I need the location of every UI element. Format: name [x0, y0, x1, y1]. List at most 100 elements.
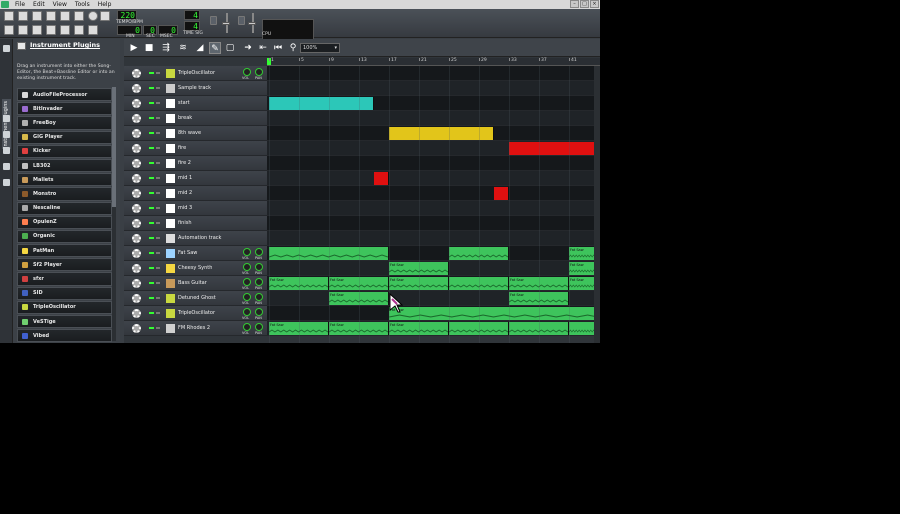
- stop-behavior-icon[interactable]: ⏮: [272, 42, 284, 54]
- track-name[interactable]: FM Rhodes 2: [178, 325, 210, 331]
- volume-knob[interactable]: [243, 278, 251, 286]
- instrument-plugins-tab[interactable]: Instrument Plugins: [2, 99, 11, 149]
- zoom-select[interactable]: 100% ▾: [300, 43, 340, 53]
- song-editor-scrollbar[interactable]: [594, 66, 600, 343]
- track-settings-gear-icon[interactable]: [132, 309, 141, 318]
- track-lane[interactable]: Fat Saw: [267, 306, 600, 321]
- plugin-item[interactable]: Sf2 Player: [17, 258, 112, 272]
- instrument-plugins-tab-icon[interactable]: [3, 45, 10, 52]
- auto-scroll-icon[interactable]: ➜: [242, 42, 254, 54]
- track-mute-toggle[interactable]: [149, 207, 154, 209]
- track-name[interactable]: mid 1: [178, 175, 192, 181]
- pattern-clip[interactable]: [494, 187, 509, 200]
- track-header[interactable]: fire 2: [124, 156, 267, 171]
- draw-mode-icon[interactable]: ✎: [209, 42, 221, 54]
- track-name[interactable]: Bass Guitar: [178, 280, 207, 286]
- plugin-item[interactable]: BitInvader: [17, 102, 112, 116]
- track-lane[interactable]: [267, 171, 600, 186]
- track-lane[interactable]: [267, 81, 600, 96]
- export-icon[interactable]: [74, 11, 84, 21]
- plugin-item[interactable]: Vibed: [17, 329, 112, 343]
- track-mute-toggle[interactable]: [149, 72, 154, 74]
- metronome-icon[interactable]: [100, 11, 110, 21]
- plugin-item[interactable]: LB302: [17, 158, 112, 173]
- pan-knob[interactable]: [255, 308, 263, 316]
- pattern-clip[interactable]: Fat Saw: [329, 277, 389, 290]
- stop-icon[interactable]: ■: [143, 42, 155, 54]
- track-solo-toggle[interactable]: [156, 132, 160, 134]
- track-settings-gear-icon[interactable]: [132, 249, 141, 258]
- timesig-numerator[interactable]: 4: [184, 10, 200, 20]
- track-lane[interactable]: [267, 96, 600, 111]
- track-settings-gear-icon[interactable]: [132, 264, 141, 273]
- track-mute-toggle[interactable]: [149, 327, 154, 329]
- plugin-item[interactable]: SID: [17, 286, 112, 300]
- track-mute-toggle[interactable]: [149, 312, 154, 314]
- track-lane[interactable]: [267, 156, 600, 171]
- pattern-clip[interactable]: Fat Saw: [329, 322, 389, 335]
- pattern-clip[interactable]: Fat Saw: [329, 292, 389, 305]
- track-name[interactable]: mid 2: [178, 190, 192, 196]
- track-header[interactable]: TripleOscillator VOL PAN: [124, 66, 267, 81]
- track-mute-toggle[interactable]: [149, 177, 154, 179]
- track-name[interactable]: break: [178, 115, 192, 121]
- track-solo-toggle[interactable]: [156, 117, 160, 119]
- master-volume-handle[interactable]: [222, 22, 230, 25]
- pattern-clip[interactable]: [449, 277, 509, 290]
- track-lane[interactable]: [267, 216, 600, 231]
- controller-rack-icon[interactable]: [74, 25, 84, 35]
- track-name[interactable]: mid 3: [178, 205, 192, 211]
- pattern-clip[interactable]: [389, 127, 494, 140]
- pattern-clip[interactable]: Fat Saw: [509, 292, 569, 305]
- plugin-list-scrollbar[interactable]: [112, 87, 116, 341]
- add-sample-track-icon[interactable]: ≋: [177, 42, 189, 54]
- track-lane[interactable]: [267, 231, 600, 246]
- pattern-clip[interactable]: [509, 322, 569, 335]
- plugin-item[interactable]: sfxr: [17, 272, 112, 286]
- volume-knob[interactable]: [243, 68, 251, 76]
- plugin-item[interactable]: PatMan: [17, 244, 112, 258]
- track-header[interactable]: Bass Guitar VOL PAN: [124, 276, 267, 291]
- plugin-item[interactable]: TripleOscillator: [17, 300, 112, 314]
- track-header[interactable]: mid 2: [124, 186, 267, 201]
- timesig-denominator[interactable]: 4: [184, 21, 200, 31]
- pattern-clip[interactable]: Fat Saw: [389, 277, 449, 290]
- track-name[interactable]: TripleOscillator: [178, 70, 215, 76]
- menu-file[interactable]: File: [11, 1, 29, 8]
- track-lane[interactable]: [267, 201, 600, 216]
- menu-tools[interactable]: Tools: [71, 1, 94, 8]
- pattern-clip[interactable]: [449, 322, 509, 335]
- play-icon[interactable]: ▶: [128, 42, 140, 54]
- track-lane[interactable]: [267, 186, 600, 201]
- track-solo-toggle[interactable]: [156, 72, 160, 74]
- track-settings-gear-icon[interactable]: [132, 84, 141, 93]
- pan-knob[interactable]: [255, 278, 263, 286]
- edit-mode-icon[interactable]: ▢: [224, 42, 236, 54]
- track-mute-toggle[interactable]: [149, 132, 154, 134]
- track-settings-gear-icon[interactable]: [132, 99, 141, 108]
- plugin-item[interactable]: OpulenZ: [17, 215, 112, 229]
- track-solo-toggle[interactable]: [156, 147, 160, 149]
- track-mute-toggle[interactable]: [149, 282, 154, 284]
- volume-knob[interactable]: [243, 263, 251, 271]
- track-solo-toggle[interactable]: [156, 327, 160, 329]
- track-lane[interactable]: [267, 126, 600, 141]
- track-header[interactable]: FM Rhodes 2 VOL PAN: [124, 321, 267, 336]
- add-automation-track-icon[interactable]: ◢: [194, 42, 206, 54]
- pan-knob[interactable]: [255, 263, 263, 271]
- track-name[interactable]: Detuned Ghost: [178, 295, 216, 301]
- plugin-item[interactable]: Organic: [17, 229, 112, 244]
- my-presets-tab-icon[interactable]: [3, 147, 10, 154]
- pattern-clip[interactable]: Fat Saw: [389, 307, 599, 320]
- track-settings-gear-icon[interactable]: [132, 174, 141, 183]
- track-mute-toggle[interactable]: [149, 222, 154, 224]
- my-samples-tab-icon[interactable]: [3, 131, 10, 138]
- automation-editor-icon[interactable]: [46, 25, 56, 35]
- volume-knob[interactable]: [243, 248, 251, 256]
- menu-edit[interactable]: Edit: [29, 1, 49, 8]
- track-mute-toggle[interactable]: [149, 267, 154, 269]
- track-name[interactable]: 8th wave: [178, 130, 201, 136]
- track-settings-gear-icon[interactable]: [132, 159, 141, 168]
- track-header[interactable]: Cheesy Synth VOL PAN: [124, 261, 267, 276]
- track-header[interactable]: Detuned Ghost VOL PAN: [124, 291, 267, 306]
